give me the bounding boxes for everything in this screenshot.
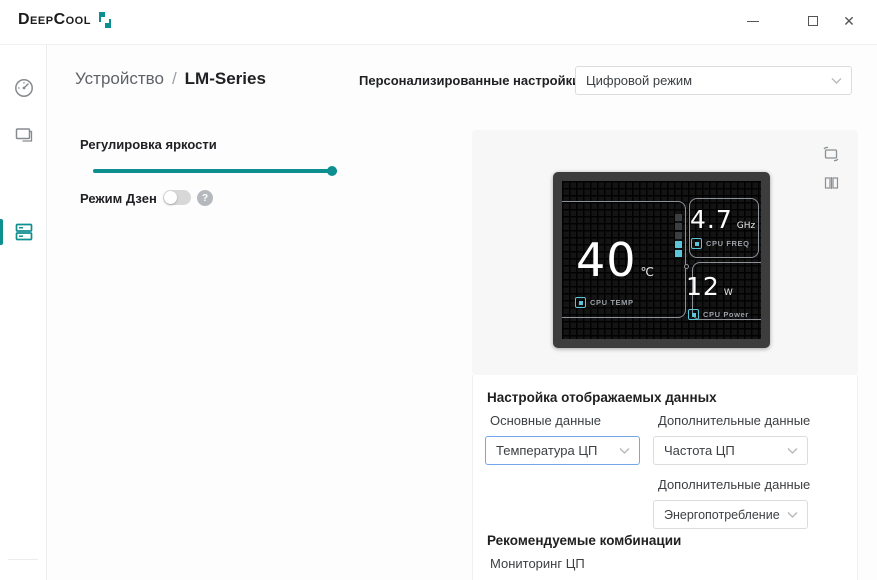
breadcrumb-separator: / <box>171 69 177 88</box>
cpu-power-label-row: CPU Power <box>688 309 749 320</box>
tertiary-data-label: Дополнительные данные <box>658 477 811 492</box>
zen-toggle-knob <box>164 191 177 204</box>
cpu-power-label: CPU Power <box>703 310 749 319</box>
deepcool-logo: DeepCool <box>18 11 113 29</box>
logo-glyph-icon <box>98 11 113 29</box>
mode-select[interactable]: Цифровой режим <box>575 66 852 95</box>
close-button[interactable]: ✕ <box>835 8 863 34</box>
cpu-power-unit: W <box>723 288 733 298</box>
breadcrumb-current: LM-Series <box>184 69 266 88</box>
cpu-freq-value: 4.7 <box>690 205 733 234</box>
app-window: DeepCool ✕ Устройство / LM-Series Персон… <box>0 0 877 580</box>
sidebar-item-settings[interactable] <box>0 573 47 580</box>
lcd-panels-icon <box>15 223 32 241</box>
logo-text: DeepCool <box>18 11 91 28</box>
rotate-icon <box>823 146 839 162</box>
cpu-power-value: 12 <box>686 272 720 301</box>
cpu-freq-value-group: 4.7 GHz <box>690 205 755 234</box>
sidebar-divider <box>8 559 38 560</box>
tertiary-data-select[interactable]: Энергопотребление <box>653 500 808 529</box>
flip-screen-button[interactable] <box>824 175 839 191</box>
gauge-icon <box>14 79 33 97</box>
sidebar <box>0 45 47 580</box>
cpu-freq-label: CPU FREQ <box>706 239 750 248</box>
breadcrumb: Устройство / LM-Series <box>75 69 266 89</box>
recommended-item-cpu-monitoring[interactable]: Мониторинг ЦП <box>490 556 585 571</box>
cpu-power-value-group: 12 W <box>686 272 733 301</box>
brightness-slider[interactable] <box>93 165 337 177</box>
flip-icon <box>824 177 839 189</box>
cpu-freq-unit: GHz <box>736 221 756 231</box>
title-bar: DeepCool ✕ <box>0 0 877 45</box>
sidebar-item-lcd-device[interactable] <box>0 215 47 249</box>
breadcrumb-device[interactable]: Устройство <box>75 69 164 89</box>
personalized-settings-label: Персонализированные настройки <box>359 73 581 88</box>
help-icon[interactable]: ? <box>197 190 213 206</box>
cpu-chip-icon <box>688 309 699 320</box>
minimize-icon <box>747 20 759 22</box>
active-indicator <box>0 219 3 245</box>
minimize-button[interactable] <box>739 8 767 34</box>
maximize-button[interactable] <box>799 8 827 34</box>
cpu-temp-label-row: CPU TEMP <box>575 297 634 308</box>
lcd-region-node <box>684 264 689 269</box>
secondary-data-value: Частота ЦП <box>664 443 735 458</box>
chevron-down-icon <box>787 511 798 518</box>
tertiary-data-value: Энергопотребление <box>664 507 780 522</box>
secondary-data-label: Дополнительные данные <box>658 413 811 428</box>
secondary-data-select[interactable]: Частота ЦП <box>653 436 808 465</box>
monitor-icon <box>15 128 32 142</box>
primary-data-value: Температура ЦП <box>496 443 598 458</box>
cpu-chip-icon <box>575 297 586 308</box>
cpu-temp-value: 40 <box>576 233 637 287</box>
maximize-icon <box>808 16 818 26</box>
brightness-slider-thumb[interactable] <box>327 166 337 176</box>
mode-select-value: Цифровой режим <box>586 73 693 88</box>
data-settings-title: Настройка отображаемых данных <box>487 390 717 405</box>
cpu-chip-icon <box>691 238 702 249</box>
primary-data-label: Основные данные <box>490 413 602 428</box>
chevron-down-icon <box>787 447 798 454</box>
lcd-level-bar <box>675 214 682 257</box>
cpu-freq-label-row: CPU FREQ <box>691 238 750 249</box>
rotate-screen-button[interactable] <box>822 146 840 162</box>
primary-data-select[interactable]: Температура ЦП <box>485 436 640 465</box>
chevron-down-icon <box>831 77 842 84</box>
recommended-combinations-title: Рекомендуемые комбинации <box>487 533 682 548</box>
sidebar-item-display[interactable] <box>0 118 47 152</box>
cpu-temp-label: CPU TEMP <box>590 298 634 307</box>
zen-toggle[interactable] <box>163 190 191 205</box>
cpu-temp-value-group: 40 ℃ <box>576 233 654 287</box>
sidebar-item-dashboard[interactable] <box>0 71 47 105</box>
chevron-down-icon <box>619 447 630 454</box>
lcd-screen: 40 ℃ CPU TEMP 4.7 GHz CPU FREQ 12 W CPU … <box>562 181 761 339</box>
brightness-label: Регулировка яркости <box>80 137 217 152</box>
cpu-temp-unit: ℃ <box>640 265 655 279</box>
brightness-slider-track <box>93 169 337 173</box>
zen-mode-label: Режим Дзен <box>80 191 157 206</box>
